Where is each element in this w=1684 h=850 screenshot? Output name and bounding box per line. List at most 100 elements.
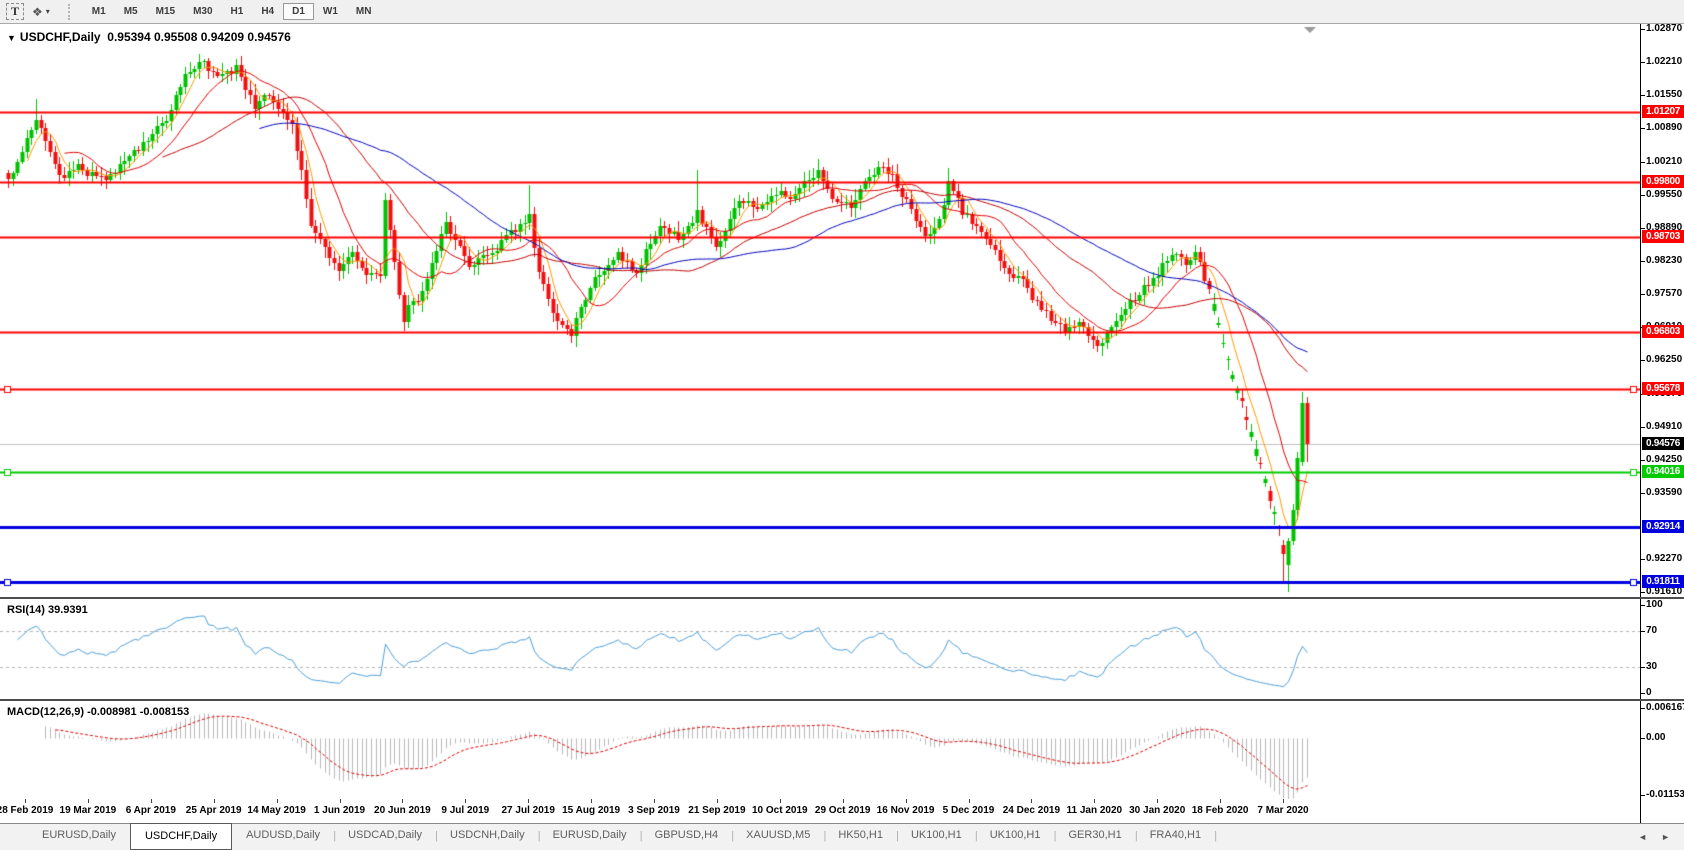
macd-canvas[interactable] [0,701,1640,799]
price-tick-label: 0.94250 [1646,454,1682,465]
tab-scrollers: ◄ ► [1638,824,1684,850]
chart-symbol-label: USDCHF,Daily [20,30,101,44]
tick-mark [1641,493,1645,494]
tick-mark [1641,29,1645,30]
date-tick-label: 5 Dec 2019 [943,805,995,816]
rsi-tick-label: 0 [1646,687,1652,698]
chart-tab-xauusd-m5[interactable]: XAUUSD,M5| [732,824,824,850]
price-level-chip: 0.96803 [1642,325,1684,338]
chart-tab-eurusd-daily[interactable]: EURUSD,Daily [28,824,130,850]
main-chart-panel: ▼USDCHF,Daily 0.95394 0.95508 0.94209 0.… [0,24,1684,599]
date-tick-mark [1283,799,1284,803]
arrange-windows-button[interactable]: ❖ ▾ [26,4,56,20]
price-level-chip: 1.01207 [1642,105,1684,118]
timeframe-w1-button[interactable]: W1 [314,3,347,20]
arrange-icon: ❖ [32,5,43,19]
date-tick-label: 19 Mar 2019 [60,805,117,816]
tick-mark [1641,360,1645,361]
rsi-label: RSI(14) 39.9391 [7,604,88,616]
chevron-down-icon: ▾ [46,7,50,16]
macd-tick-label: 0.00 [1646,732,1665,743]
scroll-tabs-left-icon[interactable]: ◄ [1638,832,1647,842]
timeframe-h4-button[interactable]: H4 [252,3,283,20]
chart-tab-audusd-daily[interactable]: AUDUSD,Daily| [232,824,334,850]
tick-mark [1641,62,1645,63]
price-tick-label: 1.00890 [1646,122,1682,133]
tick-mark [1641,592,1645,593]
collapse-triangle-icon[interactable]: ▼ [7,33,16,43]
date-tick-mark [1031,799,1032,803]
macd-name: MACD(12,26,9) [7,706,84,718]
chart-tab-ger30-h1[interactable]: GER30,H1| [1055,824,1136,850]
date-tick-label: 25 Apr 2019 [186,805,242,816]
timeframe-mn-button[interactable]: MN [347,3,381,20]
macd-panel: MACD(12,26,9) -0.008981 -0.008153 0.0061… [0,701,1684,800]
date-tick-mark [843,799,844,803]
rsi-canvas[interactable] [0,599,1640,699]
main-chart-canvas[interactable] [0,24,1640,597]
chart-tab-usdcad-daily[interactable]: USDCAD,Daily| [334,824,436,850]
date-tick-mark [1094,799,1095,803]
date-tick-mark [151,799,152,803]
price-tick-label: 1.02870 [1646,23,1682,34]
tick-mark [1641,195,1645,196]
date-tick-mark [402,799,403,803]
chart-title: ▼USDCHF,Daily 0.95394 0.95508 0.94209 0.… [7,30,291,44]
macd-label: MACD(12,26,9) -0.008981 -0.008153 [7,706,189,718]
timeframe-m5-button[interactable]: M5 [115,3,147,20]
price-tick-label: 1.02210 [1646,56,1682,67]
date-tick-mark [528,799,529,803]
tick-mark [1641,128,1645,129]
date-tick-mark [1220,799,1221,803]
date-tick-label: 7 Mar 2020 [1257,805,1308,816]
price-tick-label: 1.00210 [1646,156,1682,167]
chart-tab-usdcnh-daily[interactable]: USDCNH,Daily| [436,824,539,850]
date-tick-label: 11 Jan 2020 [1066,805,1122,816]
date-tick-mark [906,799,907,803]
chart-tab-fra40-h1[interactable]: FRA40,H1| [1136,824,1215,850]
date-tick-mark [1157,799,1158,803]
text-tool-button[interactable]: T [6,3,24,20]
macd-tick-label: 0.006167 [1646,702,1684,713]
rsi-name: RSI(14) [7,604,45,616]
date-tick-label: 21 Sep 2019 [688,805,745,816]
date-tick-label: 29 Oct 2019 [815,805,871,816]
axis-corner-line [1640,799,1641,823]
date-tick-label: 14 May 2019 [247,805,305,816]
tick-mark [1641,631,1645,632]
price-tick-label: 0.94910 [1646,421,1682,432]
price-level-chip: 0.98703 [1642,230,1684,243]
chart-tab-gbpusd-h4[interactable]: GBPUSD,H4| [641,824,733,850]
timeframe-m15-button[interactable]: M15 [147,3,184,20]
tick-mark [1641,708,1645,709]
chart-tab-uk100-h1[interactable]: UK100,H1| [897,824,976,850]
macd-axis: 0.0061670.00-0.011531 [1640,701,1684,799]
price-tick-label: 0.99550 [1646,189,1682,200]
rsi-tick-label: 100 [1646,599,1663,610]
timeframe-m30-button[interactable]: M30 [184,3,221,20]
price-level-chip: 0.92914 [1642,520,1684,533]
chart-tab-uk100-h1[interactable]: UK100,H1| [976,824,1055,850]
rsi-value: 39.9391 [48,604,88,616]
timeframe-d1-button[interactable]: D1 [283,3,314,20]
date-tick-label: 20 Jun 2019 [374,805,431,816]
price-tick-label: 0.93590 [1646,487,1682,498]
timeframe-h1-button[interactable]: H1 [222,3,253,20]
tick-mark [1641,559,1645,560]
price-tick-label: 1.01550 [1646,89,1682,100]
macd-values: -0.008981 -0.008153 [87,706,189,718]
chart-tab-usdchf-daily[interactable]: USDCHF,Daily [130,823,232,850]
date-axis: 28 Feb 201919 Mar 20196 Apr 201925 Apr 2… [0,799,1684,823]
price-axis: 1.02870 1.02210 1.01550 1.00890 1.00210 0.995… [1640,24,1684,597]
tab-bar-spacer [0,824,28,850]
price-tick-label: 0.96250 [1646,354,1682,365]
price-tick-label: 0.97570 [1646,288,1682,299]
chart-tab-hk50-h1[interactable]: HK50,H1| [824,824,897,850]
timeframe-m1-button[interactable]: M1 [83,3,115,20]
chart-tab-eurusd-daily[interactable]: EURUSD,Daily| [539,824,641,850]
scroll-tabs-right-icon[interactable]: ► [1661,832,1670,842]
date-tick-label: 27 Jul 2019 [502,805,555,816]
rsi-tick-label: 70 [1646,625,1657,636]
date-tick-label: 24 Dec 2019 [1003,805,1060,816]
tick-mark [1641,162,1645,163]
